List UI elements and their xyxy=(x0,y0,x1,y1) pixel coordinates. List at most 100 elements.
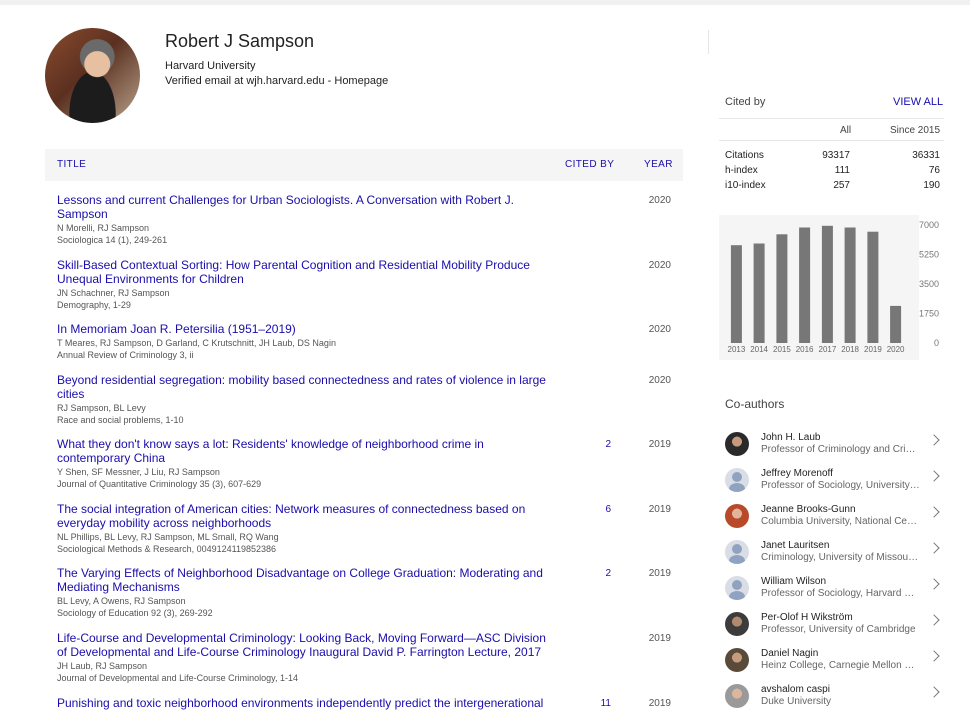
coauthor-name[interactable]: Janet Lauritsen xyxy=(761,540,829,551)
chevron-right-icon[interactable] xyxy=(928,470,940,482)
article-authors: T Meares, RJ Sampson, D Garland, C Kruts… xyxy=(57,338,336,348)
x-tick-label: 2015 xyxy=(773,345,791,354)
coauthor-item[interactable]: John H. Laub Professor of Criminology an… xyxy=(725,432,945,462)
coauthor-affiliation: Professor of Sociology, Harvard Universi… xyxy=(761,588,921,599)
verified-email-text: Verified email at wjh.harvard.edu - xyxy=(165,75,335,87)
article-title-link[interactable]: Lessons and current Challenges for Urban… xyxy=(57,193,549,221)
coauthor-name[interactable]: Daniel Nagin xyxy=(761,648,818,659)
cited-count[interactable]: 6 xyxy=(597,504,611,515)
metric-label[interactable]: h-index xyxy=(725,165,758,176)
col-all-header: All xyxy=(840,125,852,136)
metric-label[interactable]: i10-index xyxy=(725,180,766,191)
article-title-link[interactable]: Skill-Based Contextual Sorting: How Pare… xyxy=(57,258,549,286)
x-tick-label: 2020 xyxy=(887,345,905,354)
chevron-right-icon[interactable] xyxy=(928,578,940,590)
coauthor-item[interactable]: Daniel Nagin Heinz College, Carnegie Mel… xyxy=(725,648,945,678)
coauthor-affiliation: Columbia University, National Center for… xyxy=(761,516,921,527)
coauthor-affiliation: Heinz College, Carnegie Mellon Universit… xyxy=(761,660,921,671)
article-title-link[interactable]: Life-Course and Developmental Criminolog… xyxy=(57,631,549,659)
chevron-right-icon[interactable] xyxy=(928,686,940,698)
coauthor-name[interactable]: avshalom caspi xyxy=(761,684,830,695)
coauthor-item[interactable]: Per-Olof H Wikström Professor, Universit… xyxy=(725,612,945,642)
sort-by-cited[interactable]: CITED BY xyxy=(565,159,614,170)
article-title-link[interactable]: In Memoriam Joan R. Petersilia (1951–201… xyxy=(57,322,549,336)
coauthor-name[interactable]: William Wilson xyxy=(761,576,826,587)
metric-all: 93317 xyxy=(822,150,850,161)
bar-2019[interactable] xyxy=(867,231,879,343)
bar-2013[interactable] xyxy=(730,245,742,343)
chevron-right-icon[interactable] xyxy=(928,506,940,518)
chevron-right-icon[interactable] xyxy=(928,614,940,626)
coauthor-name[interactable]: John H. Laub xyxy=(761,432,821,443)
coauthor-item[interactable]: Jeanne Brooks-Gunn Columbia University, … xyxy=(725,504,945,534)
article-year: 2019 xyxy=(648,504,671,515)
coauthor-name[interactable]: Jeffrey Morenoff xyxy=(761,468,833,479)
coauthor-name[interactable]: Jeanne Brooks-Gunn xyxy=(761,504,856,515)
article-venue: Sociology of Education 92 (3), 269-292 xyxy=(57,608,213,618)
article-title-link[interactable]: Beyond residential segregation: mobility… xyxy=(57,373,549,401)
article-venue: Sociological Methods & Research, 0049124… xyxy=(57,544,276,554)
table-row: Beyond residential segregation: mobility… xyxy=(57,373,683,426)
article-venue: Race and social problems, 1-10 xyxy=(57,415,184,425)
y-tick-label: 3500 xyxy=(919,279,939,289)
bar-2017[interactable] xyxy=(821,225,833,343)
table-row: Punishing and toxic neighborhood environ… xyxy=(57,696,683,713)
bar-2016[interactable] xyxy=(799,227,811,344)
coauthor-avatar-placeholder-icon xyxy=(725,540,749,564)
view-all-button[interactable]: VIEW ALL xyxy=(893,96,943,108)
bar-2014[interactable] xyxy=(753,243,765,344)
profile-name: Robert J Sampson xyxy=(165,31,315,51)
bar-2018[interactable] xyxy=(844,227,856,344)
bar-2015[interactable] xyxy=(776,234,788,343)
coauthor-avatar xyxy=(725,504,749,528)
table-row: The Varying Effects of Neighborhood Disa… xyxy=(57,566,683,619)
sort-by-title[interactable]: TITLE xyxy=(57,159,86,170)
article-venue: Demography, 1-29 xyxy=(57,300,131,310)
metric-row-h-index: h-index 111 76 xyxy=(725,165,940,179)
coauthor-avatar-placeholder-icon xyxy=(725,468,749,492)
metric-row-citations: Citations 93317 36331 xyxy=(725,150,940,164)
coauthor-item[interactable]: Jeffrey Morenoff Professor of Sociology,… xyxy=(725,468,945,498)
chevron-right-icon[interactable] xyxy=(928,650,940,662)
coauthor-item[interactable]: avshalom caspi Duke University xyxy=(725,684,945,713)
coauthor-avatar xyxy=(725,648,749,672)
article-authors: RJ Sampson, BL Levy xyxy=(57,403,146,413)
header-divider xyxy=(708,30,709,54)
divider xyxy=(719,140,944,141)
coauthor-item[interactable]: William Wilson Professor of Sociology, H… xyxy=(725,576,945,606)
coauthor-affiliation: Professor of Criminology and Criminal Ju… xyxy=(761,444,921,455)
chevron-right-icon[interactable] xyxy=(928,542,940,554)
coauthor-affiliation: Professor, University of Cambridge xyxy=(761,624,916,635)
y-tick-label: 0 xyxy=(934,338,939,348)
article-title-link[interactable]: What they don't know says a lot: Residen… xyxy=(57,437,549,465)
homepage-link[interactable]: Homepage xyxy=(334,75,388,87)
article-venue: Journal of Quantitative Criminology 35 (… xyxy=(57,479,262,489)
x-tick-label: 2013 xyxy=(728,345,746,354)
metric-label[interactable]: Citations xyxy=(725,150,764,161)
article-title-link[interactable]: Punishing and toxic neighborhood environ… xyxy=(57,696,549,710)
metric-all: 257 xyxy=(833,180,850,191)
profile-email: Verified email at wjh.harvard.edu - Home… xyxy=(165,75,388,87)
coauthor-item[interactable]: Janet Lauritsen Criminology, University … xyxy=(725,540,945,570)
coauthor-affiliation: Criminology, University of Missouri - St… xyxy=(761,552,921,563)
chart-background xyxy=(719,215,919,360)
cited-count[interactable]: 11 xyxy=(597,698,611,709)
coauthor-avatar-placeholder-icon xyxy=(725,576,749,600)
cited-count[interactable]: 2 xyxy=(597,568,611,579)
article-title-link[interactable]: The Varying Effects of Neighborhood Disa… xyxy=(57,566,549,594)
profile-affiliation[interactable]: Harvard University xyxy=(165,60,255,72)
metric-since: 76 xyxy=(928,165,940,176)
article-authors: Y Shen, SF Messner, J Liu, RJ Sampson xyxy=(57,467,220,477)
coauthor-name[interactable]: Per-Olof H Wikström xyxy=(761,612,853,623)
divider xyxy=(719,118,944,119)
coauthor-avatar xyxy=(725,612,749,636)
chevron-right-icon[interactable] xyxy=(928,434,940,446)
cited-count[interactable]: 2 xyxy=(597,439,611,450)
x-tick-label: 2014 xyxy=(750,345,768,354)
article-title-link[interactable]: The social integration of American citie… xyxy=(57,502,549,530)
cited-by-title: Cited by xyxy=(725,96,766,108)
bar-2020[interactable] xyxy=(890,305,902,343)
x-tick-label: 2017 xyxy=(819,345,837,354)
article-venue: Journal of Developmental and Life-Course… xyxy=(57,673,298,683)
sort-by-year[interactable]: YEAR xyxy=(644,159,673,170)
